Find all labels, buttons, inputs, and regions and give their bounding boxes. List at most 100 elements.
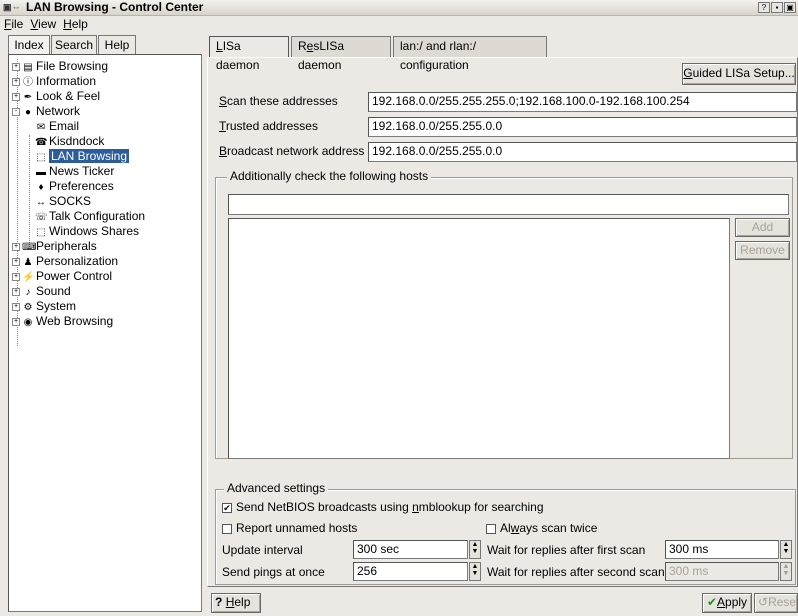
tree-item-icon: ⚙ xyxy=(23,302,33,313)
hosts-list[interactable] xyxy=(228,218,730,459)
tree-item-label: Power Control xyxy=(36,269,113,283)
tree-item-network[interactable]: - ● Network xyxy=(12,104,80,119)
first-scan-wait-label: Wait for replies after first scan xyxy=(487,543,646,557)
tree-item-icon: ⬚ xyxy=(36,152,46,163)
expand-icon[interactable]: + xyxy=(12,302,20,311)
scan-addresses-input[interactable]: 192.168.0.0/255.255.255.0;192.168.100.0-… xyxy=(368,92,797,112)
always-scan-twice-checkbox[interactable]: Always scan twice xyxy=(486,521,597,535)
tree-item-sound[interactable]: + ♪ Sound xyxy=(12,284,71,299)
menu-bar: File View Help xyxy=(0,16,798,33)
report-unnamed-check[interactable] xyxy=(222,523,232,534)
tree-item-icon: ✉ xyxy=(36,122,46,133)
guided-setup-button[interactable]: Guided LISa Setup... xyxy=(682,63,796,85)
help-window-button[interactable]: ? xyxy=(758,2,770,13)
tree-item-icon: ▤ xyxy=(23,62,33,73)
tab-lisa-daemon[interactable]: LISa daemon xyxy=(209,36,289,72)
window-title: LAN Browsing - Control Center xyxy=(26,0,204,14)
tab-reslisa-daemon[interactable]: ResLISa daemon xyxy=(291,36,391,72)
collapse-icon[interactable]: - xyxy=(12,107,20,116)
tree-item-icon: ⌨ xyxy=(22,242,37,253)
second-scan-wait-input[interactable]: 300 ms xyxy=(665,562,779,581)
update-interval-label: Update interval xyxy=(222,543,303,557)
expand-icon[interactable]: + xyxy=(12,257,20,266)
add-button[interactable]: Add xyxy=(735,218,790,237)
first-scan-wait-input[interactable]: 300 ms xyxy=(665,540,779,559)
always-scan-check[interactable] xyxy=(486,523,496,534)
tree-item-label: Personalization xyxy=(36,254,119,268)
host-entry-input[interactable] xyxy=(228,194,789,215)
nmblookup-checkbox[interactable]: ✔ Send NetBIOS broadcasts using nmblookup… xyxy=(222,500,544,514)
reset-button[interactable]: ↺Rese xyxy=(754,593,798,613)
tree-item-label: Kisdndock xyxy=(49,134,105,148)
send-pings-input[interactable]: 256 xyxy=(353,562,468,581)
tab-help[interactable]: Help xyxy=(98,35,136,55)
remove-button[interactable]: Remove xyxy=(735,241,790,260)
tree-item-kisdndock[interactable]: ☎ Kisdndock xyxy=(25,134,104,149)
tree-item-talk-configuration[interactable]: ☏Talk Configuration xyxy=(25,209,145,224)
tree-item-label: Look & Feel xyxy=(36,89,101,103)
expand-icon[interactable]: + xyxy=(12,77,20,86)
tree-item-socks[interactable]: ↔ SOCKS xyxy=(25,194,91,209)
tree-item-label: News Ticker xyxy=(49,164,115,178)
reset-icon: ↺ xyxy=(758,595,769,609)
tab-search[interactable]: Search xyxy=(51,35,97,55)
expand-icon[interactable]: + xyxy=(12,272,20,281)
tree-item-label: Email xyxy=(49,119,80,133)
module-tree[interactable]: + ▤ File Browsing + ⓘ Information + ✒ Look & Fee… xyxy=(8,54,202,612)
tab-index[interactable]: Index xyxy=(8,35,50,56)
menu-file[interactable]: File xyxy=(0,16,26,32)
tree-item-information[interactable]: + ⓘ Information xyxy=(12,74,96,89)
tree-item-label: Peripherals xyxy=(36,239,97,253)
apply-button[interactable]: ✔Apply xyxy=(702,593,752,613)
tree-item-icon: ⓘ xyxy=(23,77,33,88)
first-scan-spin-icon[interactable]: ▲ ▼ xyxy=(780,540,792,559)
expand-icon[interactable]: + xyxy=(12,62,20,71)
expand-icon[interactable]: + xyxy=(12,287,20,296)
tree-item-email[interactable]: ✉ Email xyxy=(25,119,79,134)
tree-item-web-browsing[interactable]: + ◉ Web Browsing xyxy=(12,314,113,329)
tree-item-icon: ☎ xyxy=(35,137,48,148)
update-interval-spin-icon[interactable]: ▲ ▼ xyxy=(469,540,481,559)
broadcast-address-input[interactable]: 192.168.0.0/255.255.0.0 xyxy=(368,142,797,162)
tree-item-icon: ◉ xyxy=(23,317,33,328)
tree-item-label: Talk Configuration xyxy=(49,209,146,223)
tree-item-icon: ⚡ xyxy=(22,272,35,283)
tree-item-news-ticker[interactable]: ▬ News Ticker xyxy=(25,164,114,179)
tree-item-look-feel[interactable]: + ✒ Look & Feel xyxy=(12,89,100,104)
help-button[interactable]: ? Help xyxy=(211,593,261,613)
tree-item-system[interactable]: + ⚙ System xyxy=(12,299,76,314)
tree-item-icon: ▬ xyxy=(36,167,46,178)
tree-item-peripherals[interactable]: + ⌨Peripherals xyxy=(12,239,97,254)
expand-icon[interactable]: + xyxy=(12,317,20,326)
nmblookup-check[interactable]: ✔ xyxy=(222,502,232,513)
menu-help[interactable]: Help xyxy=(59,16,91,32)
update-interval-input[interactable]: 300 sec xyxy=(353,540,468,559)
tree-item-icon: ♦ xyxy=(38,182,44,193)
trusted-addresses-input[interactable]: 192.168.0.0/255.255.0.0 xyxy=(368,117,797,137)
tree-item-label: Sound xyxy=(36,284,71,298)
tree-item-preferences[interactable]: ♦ Preferences xyxy=(25,179,113,194)
minimize-button[interactable]: ▪ xyxy=(771,2,783,13)
tree-item-file-browsing[interactable]: + ▤ File Browsing xyxy=(12,59,108,74)
report-unnamed-checkbox[interactable]: Report unnamed hosts xyxy=(222,521,357,535)
title-bar[interactable]: ▣⇔ LAN Browsing - Control Center ? ▪ ▣ xyxy=(0,0,798,16)
broadcast-address-label: Broadcast network address xyxy=(219,144,365,158)
send-pings-spin-icon[interactable]: ▲ ▼ xyxy=(469,562,481,581)
trusted-addresses-label: Trusted addresses xyxy=(219,119,318,133)
expand-icon[interactable]: + xyxy=(12,242,20,251)
tree-item-icon: ♟ xyxy=(23,257,33,268)
tree-item-label: Web Browsing xyxy=(36,314,114,328)
maximize-button[interactable]: ▣ xyxy=(784,2,796,13)
expand-icon[interactable]: + xyxy=(12,92,20,101)
apply-check-icon: ✔ xyxy=(706,595,718,609)
tree-item-power-control[interactable]: + ⚡ Power Control xyxy=(12,269,112,284)
help-icon: ? xyxy=(215,595,223,609)
tree-item-personalization[interactable]: + ♟ Personalization xyxy=(12,254,118,269)
menu-view[interactable]: View xyxy=(26,16,59,32)
tree-item-windows-shares[interactable]: ⬚ Windows Shares xyxy=(25,224,139,239)
tree-item-label: LAN Browsing xyxy=(49,149,130,163)
second-scan-spin-icon[interactable]: ▲ ▼ xyxy=(780,562,792,581)
tree-item-label: SOCKS xyxy=(49,194,92,208)
tree-item-lan-browsing[interactable]: ⬚ LAN Browsing xyxy=(25,149,130,164)
tab-lan-configuration[interactable]: lan:/ and rlan:/ configuration xyxy=(393,36,547,72)
